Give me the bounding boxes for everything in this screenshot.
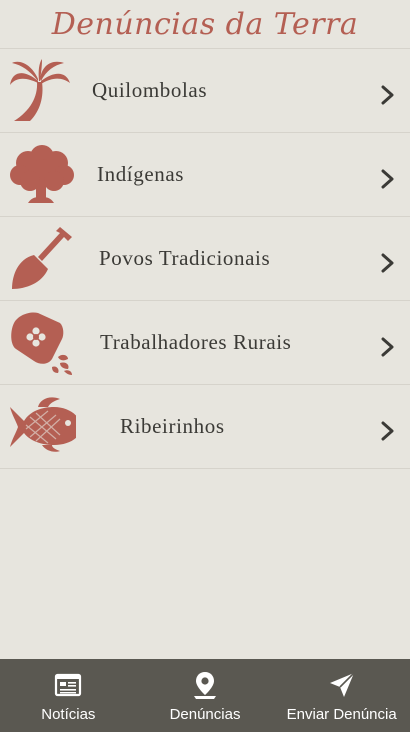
chevron-right-icon bbox=[380, 421, 396, 441]
bottom-navigation: Notícias Denúncias Enviar Denúncia bbox=[0, 659, 410, 732]
chevron-right-icon bbox=[380, 85, 396, 105]
category-label: Ribeirinhos bbox=[120, 414, 225, 438]
nav-label: Notícias bbox=[41, 706, 96, 723]
category-label: Quilombolas bbox=[92, 78, 208, 102]
fish-icon bbox=[8, 393, 76, 461]
shovel-icon bbox=[8, 225, 76, 293]
category-item-quilombolas[interactable]: Quilombolas bbox=[0, 49, 410, 133]
tree-icon bbox=[8, 141, 76, 209]
category-label: Povos Tradicionais bbox=[99, 246, 271, 270]
send-icon bbox=[327, 670, 357, 700]
map-pin-icon bbox=[190, 670, 220, 700]
category-item-trabalhadores-rurais[interactable]: Trabalhadores Rurais bbox=[0, 301, 410, 385]
nav-label: Enviar Denúncia bbox=[286, 706, 397, 723]
app-title: Denúncias da Terra bbox=[51, 7, 359, 42]
category-label: Trabalhadores Rurais bbox=[100, 330, 292, 354]
category-list: Quilombolas Indígenas Povos Tradicionais… bbox=[0, 49, 410, 469]
category-item-indigenas[interactable]: Indígenas bbox=[0, 133, 410, 217]
app-header: Denúncias da Terra bbox=[0, 0, 410, 49]
chevron-right-icon bbox=[380, 169, 396, 189]
palm-tree-icon bbox=[8, 57, 76, 125]
seed-bag-icon bbox=[8, 309, 76, 377]
category-label: Indígenas bbox=[97, 162, 185, 186]
newspaper-icon bbox=[53, 670, 83, 700]
category-item-povos-tradicionais[interactable]: Povos Tradicionais bbox=[0, 217, 410, 301]
chevron-right-icon bbox=[380, 337, 396, 357]
nav-label: Denúncias bbox=[169, 706, 241, 723]
category-item-ribeirinhos[interactable]: Ribeirinhos bbox=[0, 385, 410, 469]
nav-noticias[interactable]: Notícias bbox=[0, 659, 137, 732]
chevron-right-icon bbox=[380, 253, 396, 273]
nav-enviar-denuncia[interactable]: Enviar Denúncia bbox=[273, 659, 410, 732]
nav-denuncias[interactable]: Denúncias bbox=[137, 659, 274, 732]
